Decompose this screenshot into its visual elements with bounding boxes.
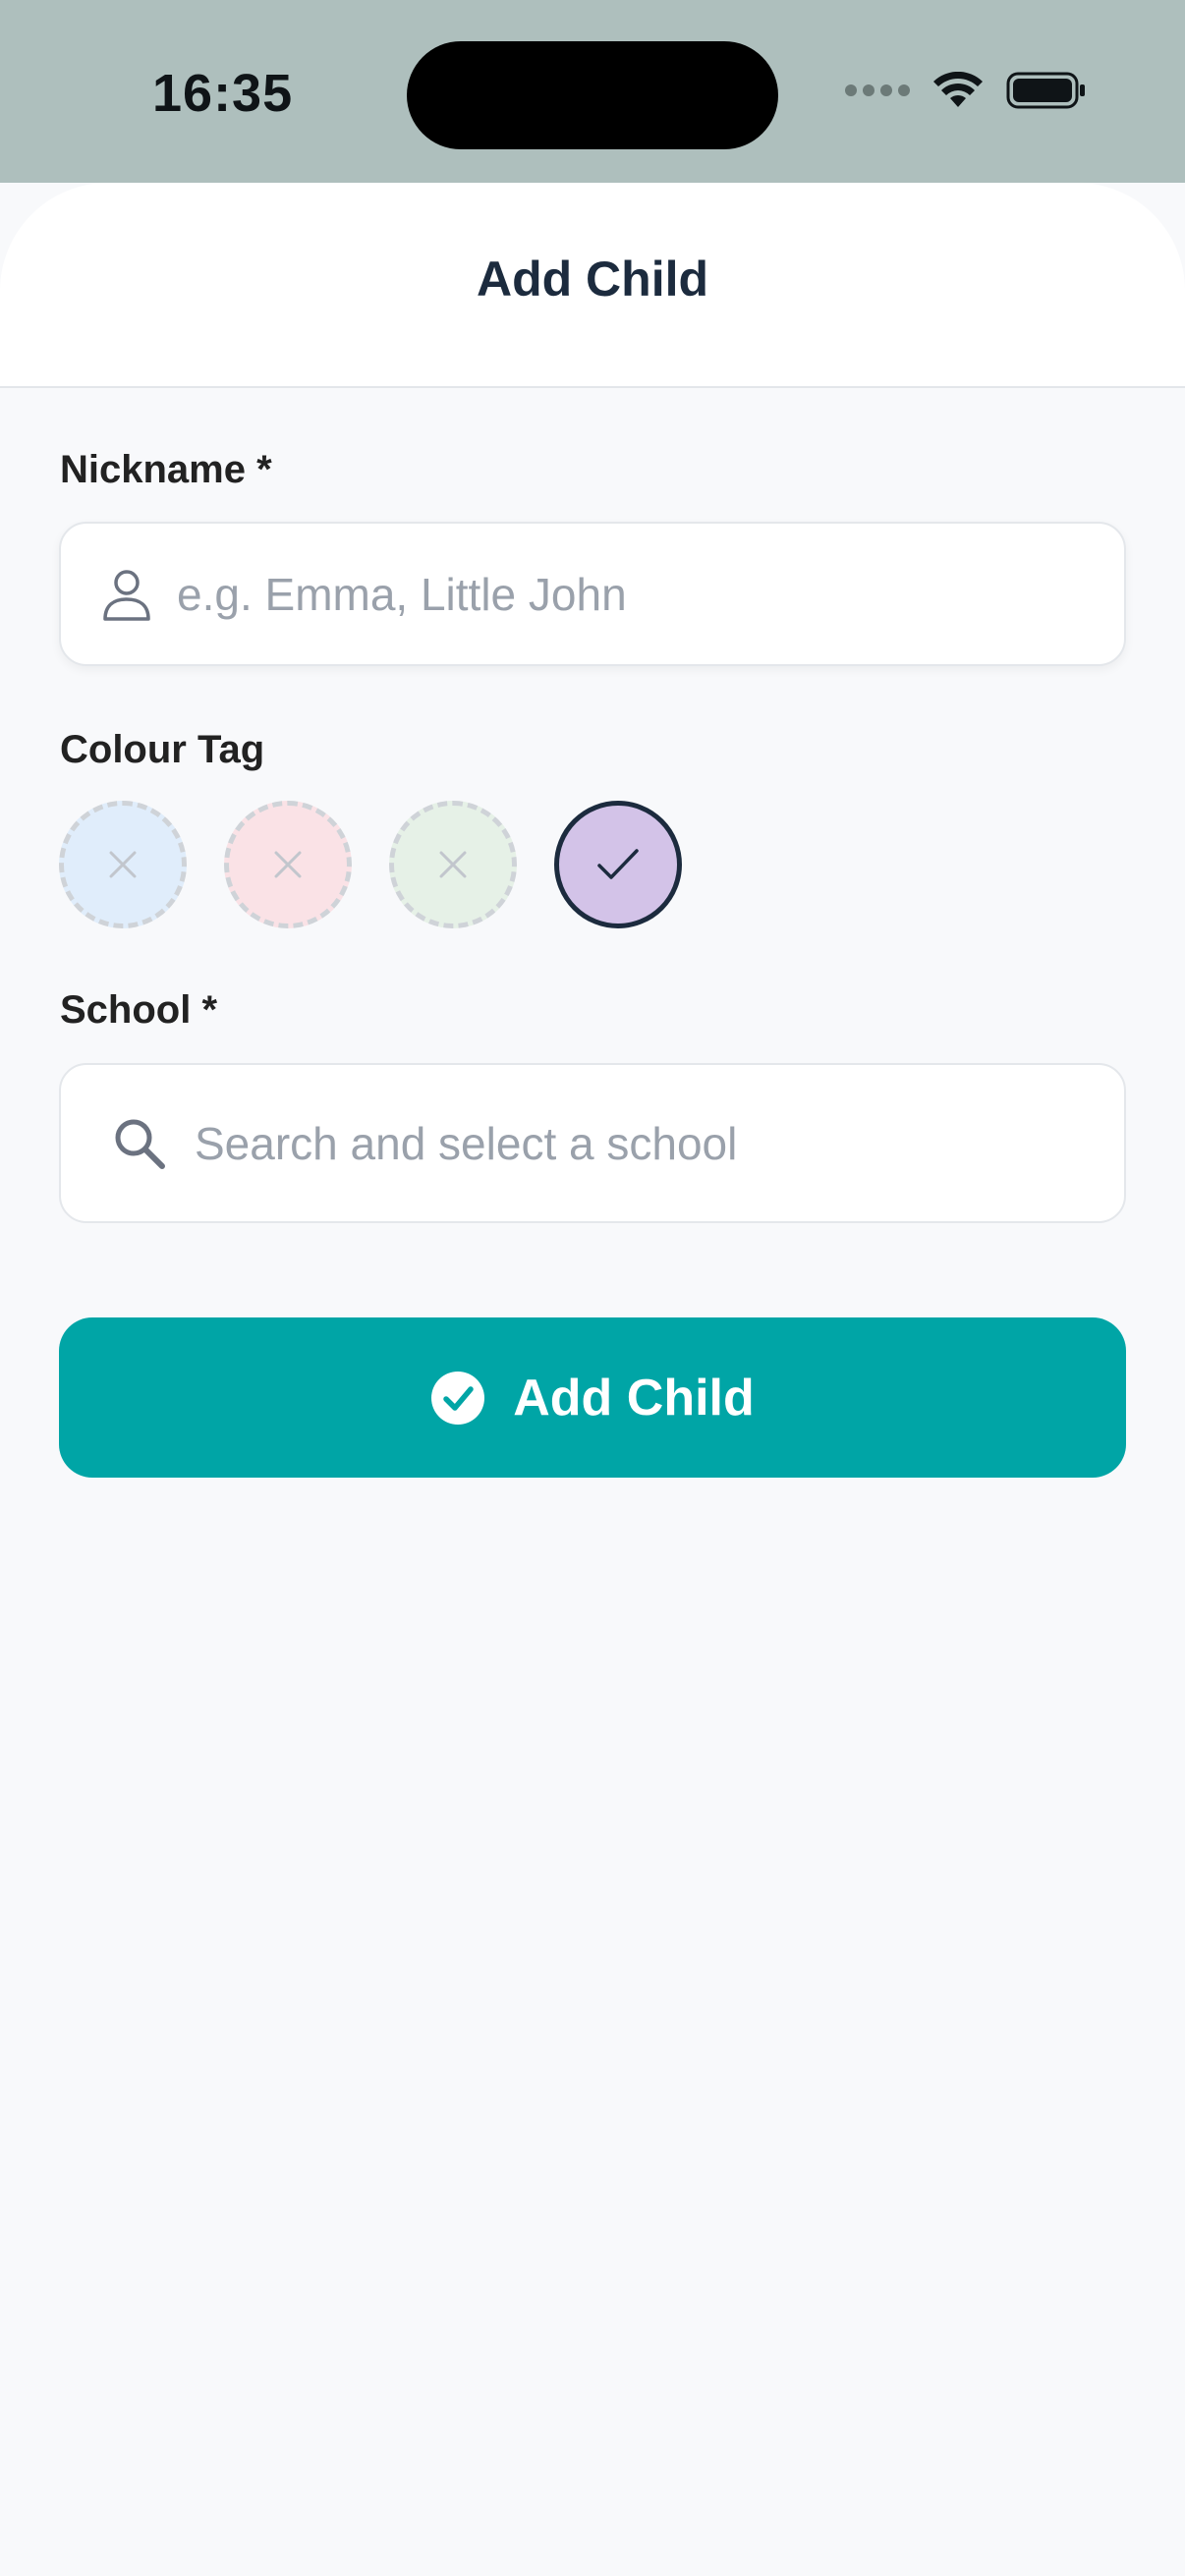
battery-icon bbox=[1006, 72, 1085, 109]
colour-tag-label: Colour Tag bbox=[60, 728, 265, 771]
cellular-signal-icon bbox=[845, 84, 910, 96]
colour-swatch-green[interactable] bbox=[389, 801, 517, 928]
colour-swatch-pink[interactable] bbox=[224, 801, 352, 928]
sheet-title: Add Child bbox=[476, 251, 709, 307]
nickname-label: Nickname * bbox=[60, 448, 272, 491]
status-icons bbox=[845, 71, 1087, 110]
colour-tag-options bbox=[59, 801, 682, 928]
sheet-header: Add Child bbox=[0, 183, 1185, 388]
add-child-button-label: Add Child bbox=[513, 1369, 755, 1427]
wifi-icon bbox=[933, 72, 983, 107]
colour-swatch-blue[interactable] bbox=[59, 801, 187, 928]
add-child-sheet: Add Child Nickname * Colour Tag bbox=[0, 183, 1185, 2576]
x-icon bbox=[274, 851, 302, 878]
person-icon bbox=[100, 566, 153, 623]
x-icon bbox=[109, 851, 137, 878]
nickname-field[interactable] bbox=[59, 522, 1126, 666]
add-child-button[interactable]: Add Child bbox=[59, 1317, 1126, 1478]
colour-swatch-purple[interactable] bbox=[554, 801, 682, 928]
status-bar: 16:35 bbox=[0, 0, 1185, 183]
school-label: School * bbox=[60, 988, 218, 1032]
school-field[interactable] bbox=[59, 1063, 1126, 1223]
school-search-input[interactable] bbox=[195, 1116, 1124, 1170]
nickname-input[interactable] bbox=[177, 567, 1124, 621]
search-icon bbox=[112, 1116, 167, 1171]
check-circle-icon bbox=[431, 1371, 485, 1425]
dynamic-island bbox=[407, 41, 778, 149]
status-time: 16:35 bbox=[152, 64, 294, 123]
x-icon bbox=[439, 851, 467, 878]
checkmark-icon bbox=[597, 849, 639, 879]
